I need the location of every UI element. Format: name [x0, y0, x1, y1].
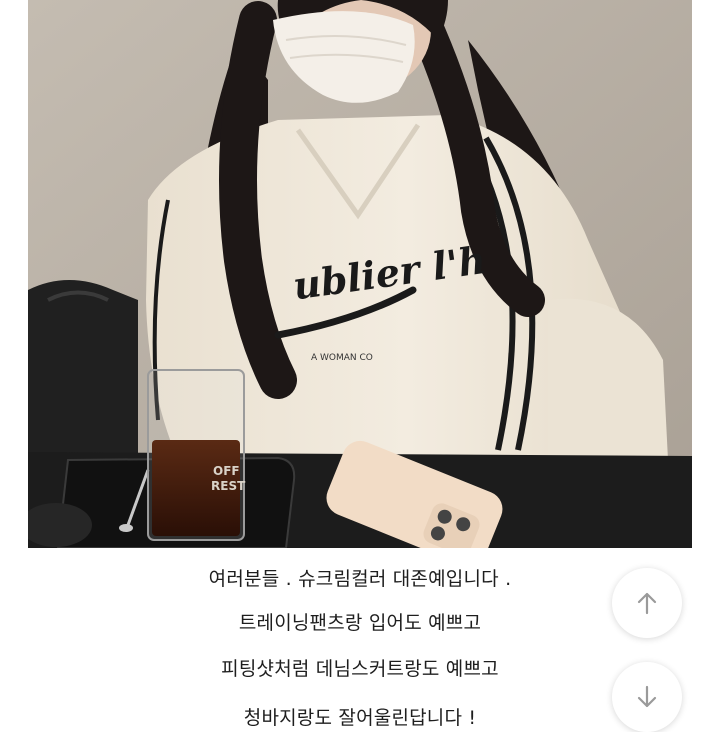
description-line: 트레이닝팬츠랑 입어도 예쁘고	[238, 612, 482, 634]
description-line: 청바지랑도 잘어울린답니다 !	[243, 707, 477, 729]
arrow-down-icon	[637, 685, 657, 708]
arrow-up-icon	[637, 592, 657, 615]
scroll-up-button[interactable]	[612, 568, 682, 638]
sweatshirt-subprint: A WOMAN CO	[311, 353, 373, 363]
product-photo: ublier l'h A WOMAN CO OFF REST	[28, 0, 692, 548]
cup-print-2: REST	[211, 479, 246, 493]
description-line: 피팅샷처럼 데님스커트랑도 예쁘고	[221, 658, 499, 680]
product-photo-illustration: ublier l'h A WOMAN CO OFF REST	[28, 0, 692, 548]
cup-print-1: OFF	[213, 464, 240, 478]
description-line: 여러분들 . 슈크림컬러 대존예입니다 .	[208, 568, 512, 590]
scroll-down-button[interactable]	[612, 662, 682, 732]
